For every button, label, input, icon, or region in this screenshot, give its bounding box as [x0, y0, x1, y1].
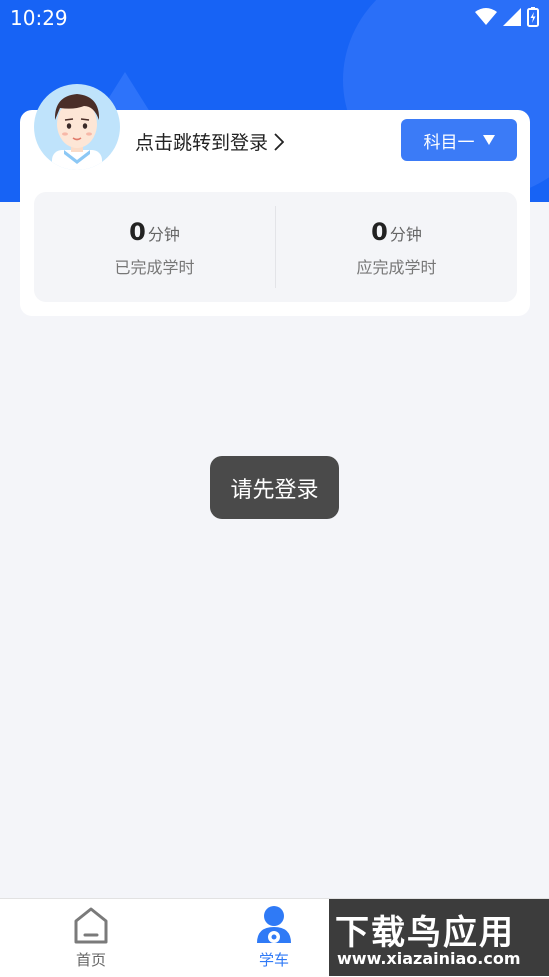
tab-home-label: 首页 [75, 951, 106, 969]
status-bar: 10:29 [0, 0, 549, 36]
caret-down-icon [482, 135, 495, 145]
tab-study-label: 学车 [258, 951, 289, 969]
driver-icon [257, 906, 291, 943]
battery-icon [527, 7, 539, 27]
status-icons [475, 7, 539, 27]
status-time: 10:29 [10, 6, 68, 30]
tab-home[interactable]: 首页 [51, 905, 131, 970]
watermark-url: www.xiazainiao.com [337, 949, 521, 968]
avatar[interactable] [34, 84, 120, 170]
chevron-right-icon [274, 132, 285, 151]
stat-required-label: 应完成学时 [356, 258, 437, 277]
toast-message: 请先登录 [210, 456, 339, 519]
login-link-label: 点击跳转到登录 [135, 132, 269, 154]
avatar-face-icon [52, 94, 102, 170]
stat-completed-label: 已完成学时 [114, 258, 195, 277]
tab-study[interactable]: 学车 [234, 905, 314, 970]
wifi-icon [475, 8, 497, 25]
watermark-title: 下载鸟应用 [335, 913, 515, 953]
stat-required-value: 0 [371, 218, 388, 246]
subject-select-button[interactable]: 科目一 [401, 119, 517, 161]
subject-select-label: 科目一 [423, 132, 475, 153]
stat-completed-value: 0 [129, 218, 146, 246]
home-icon [74, 907, 108, 944]
watermark-logo: 下载鸟应用 www.xiazainiao.com [329, 899, 549, 976]
stat-completed: 0 分钟 已完成学时 [34, 192, 275, 302]
signal-icon [503, 8, 521, 26]
stat-required-unit: 分钟 [389, 225, 422, 244]
study-stats-panel: 0 分钟 已完成学时 0 分钟 应完成学时 [34, 192, 517, 302]
login-link[interactable]: 点击跳转到登录 [135, 128, 285, 155]
stat-completed-unit: 分钟 [147, 225, 180, 244]
stat-required: 0 分钟 应完成学时 [276, 192, 517, 302]
